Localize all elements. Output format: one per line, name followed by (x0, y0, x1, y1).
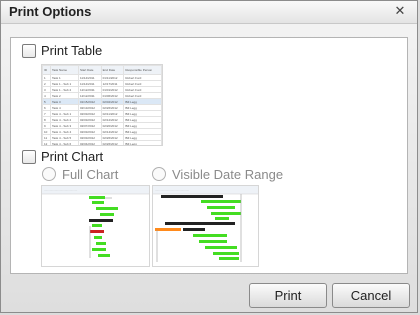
gantt-bar (201, 200, 241, 203)
gantt-bar (207, 206, 235, 209)
table-preview-header-cell: Task Name (49, 65, 79, 75)
gantt-summary-bar (89, 219, 113, 222)
table-preview-cell: Task 4 - Sub 6 (49, 140, 79, 145)
gantt-bar (219, 257, 239, 260)
gantt-bar (98, 254, 110, 257)
print-chart-label[interactable]: Print Chart (41, 149, 103, 164)
gantt-bar (193, 234, 227, 237)
table-preview-cell: 12 (42, 140, 51, 145)
visible-date-range-radio[interactable] (152, 167, 166, 181)
full-chart-preview: ········································ (41, 185, 150, 267)
visible-date-range-label[interactable]: Visible Date Range (172, 167, 283, 182)
svg-text:······························: ········································ (44, 189, 77, 192)
gantt-bar (211, 212, 241, 215)
cancel-button[interactable]: Cancel (332, 283, 410, 308)
gantt-summary-bar (165, 222, 235, 225)
full-chart-preview-svg: ········································ (42, 186, 149, 258)
table-preview: ID Task Name Start Date End Date Responsible… (41, 64, 163, 146)
gantt-bar (94, 236, 102, 239)
gantt-bar (90, 230, 104, 233)
close-icon[interactable]: ✕ (393, 5, 407, 19)
table-preview-cell: 02/26/2012 (100, 140, 125, 145)
table-preview-header-cell: End Date (100, 65, 125, 75)
table-preview-header-cell: ID (42, 65, 51, 75)
gantt-summary-bar (161, 195, 223, 198)
print-chart-checkbox[interactable] (22, 150, 36, 164)
gantt-bar (92, 224, 102, 227)
gantt-bar (92, 248, 106, 251)
title-bar: Print Options ✕ (1, 1, 417, 24)
gantt-bar (215, 217, 229, 220)
full-chart-label[interactable]: Full Chart (62, 167, 118, 182)
print-button[interactable]: Print (249, 283, 327, 308)
print-options-dialog: Print Options ✕ Print Table ID Task Name S… (0, 0, 418, 313)
table-preview-header: ID Task Name Start Date End Date Responsible… (42, 65, 162, 75)
visible-range-chart-preview: ········································… (152, 185, 259, 267)
gantt-bar (100, 213, 114, 216)
print-table-checkbox[interactable] (22, 44, 36, 58)
full-chart-radio[interactable] (42, 167, 56, 181)
gantt-bar (92, 201, 104, 204)
gantt-bar (96, 207, 118, 210)
options-panel: Print Table ID Task Name Start Date End Dat… (10, 37, 408, 274)
gantt-bar (89, 196, 105, 199)
gantt-bar (205, 246, 237, 249)
table-preview-header-cell: Responsible Person (123, 65, 162, 75)
table-preview-row: 12 Task 4 - Sub 6 02/04/2012 02/26/2012 Bill… (42, 140, 162, 145)
table-preview-cell: 02/04/2012 (77, 140, 102, 145)
dialog-title: Print Options (9, 4, 92, 19)
table-preview-cell: Bill Legg (123, 140, 162, 145)
svg-text:······························: ········································… (155, 189, 189, 192)
print-table-label[interactable]: Print Table (41, 43, 102, 58)
gantt-bar (199, 240, 227, 243)
visible-range-chart-preview-svg: ········································… (153, 186, 258, 262)
gantt-bar (155, 228, 181, 231)
table-preview-header-cell: Start Date (77, 65, 102, 75)
gantt-bar (213, 252, 239, 255)
gantt-bar (96, 242, 106, 245)
table-preview-grid: ID Task Name Start Date End Date Responsible… (42, 65, 162, 145)
gantt-summary-bar (183, 228, 205, 231)
